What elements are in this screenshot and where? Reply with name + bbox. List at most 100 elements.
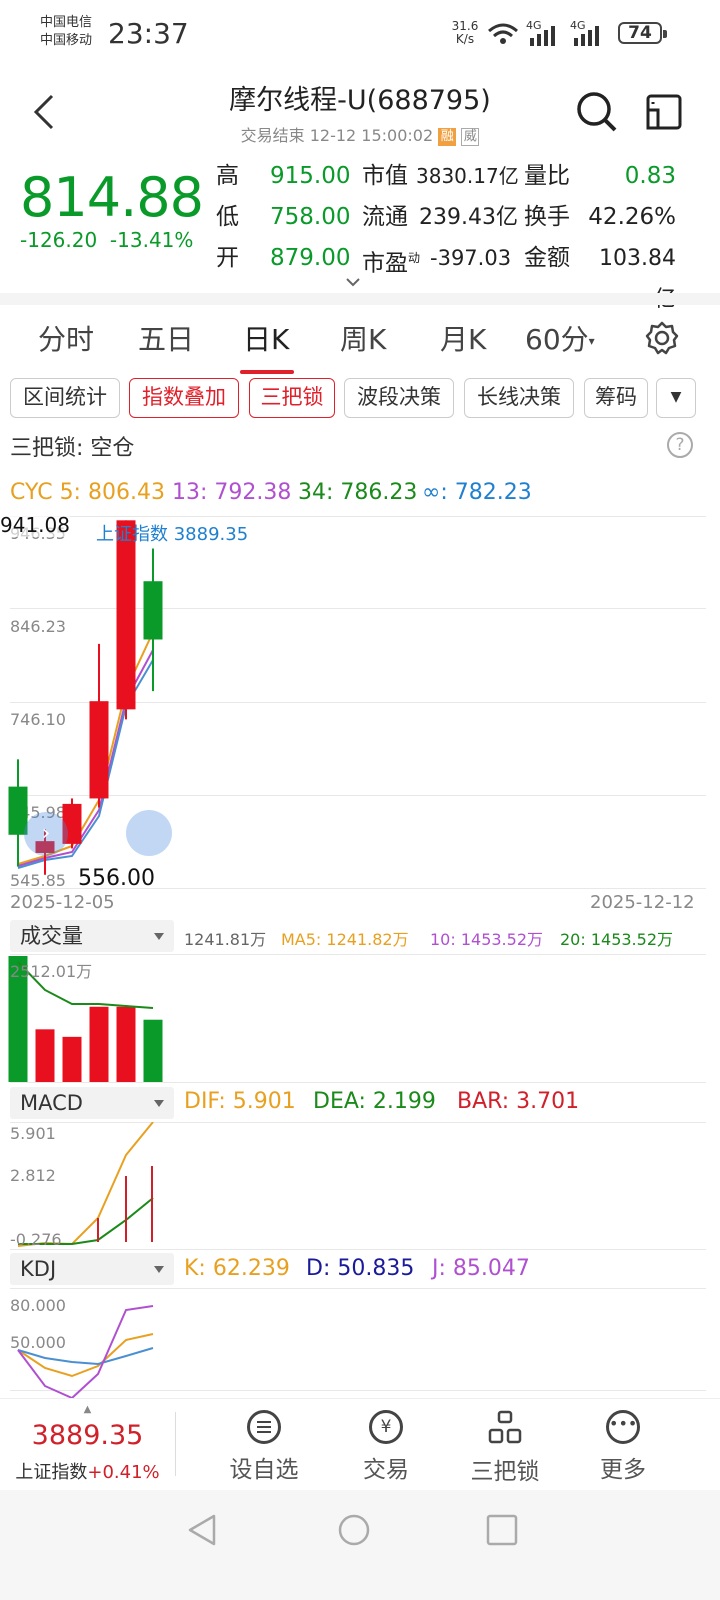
turnover-label: 换手 bbox=[524, 204, 570, 230]
more-button[interactable]: ••• 更多 bbox=[578, 1410, 668, 1484]
chip-long-decision[interactable]: 长线决策 bbox=[464, 378, 574, 418]
volume-bar bbox=[143, 1019, 163, 1082]
kdj-d: D: 50.835 bbox=[306, 1256, 415, 1281]
divider bbox=[0, 293, 720, 305]
open-label: 开 bbox=[216, 245, 239, 271]
share-icon[interactable] bbox=[644, 92, 684, 132]
chip-three-locks[interactable]: 三把锁 bbox=[249, 378, 335, 418]
nav-recent-icon[interactable] bbox=[484, 1512, 520, 1548]
volume-selector[interactable]: 成交量 bbox=[10, 920, 174, 952]
signal-icon-2 bbox=[574, 26, 599, 46]
tab-weekly-k[interactable]: 周K bbox=[340, 318, 386, 358]
divider bbox=[175, 1412, 176, 1476]
macd-tick: 2.812 bbox=[10, 1166, 56, 1185]
macd-selector[interactable]: MACD bbox=[10, 1087, 174, 1119]
status-bar: 中国电信 中国移动 23:37 31.6 K/s 4G 4G 74 bbox=[0, 0, 720, 70]
settings-icon[interactable] bbox=[644, 320, 680, 356]
ma-cyc5: CYC 5: 806.43 bbox=[10, 480, 165, 505]
chip-range-stats[interactable]: 区间统计 bbox=[10, 378, 120, 418]
clock: 23:37 bbox=[108, 17, 189, 50]
chart-fullscreen-icon[interactable] bbox=[126, 810, 172, 856]
chip-more[interactable]: ▼ bbox=[656, 378, 696, 418]
kdj-tick: 50.000 bbox=[10, 1333, 66, 1352]
kdj-k: K: 62.239 bbox=[184, 1256, 290, 1281]
tab-underline bbox=[240, 370, 294, 374]
nav-back-icon[interactable] bbox=[184, 1512, 220, 1548]
chart-prev-icon[interactable]: › bbox=[24, 812, 68, 856]
high-label: 高 bbox=[216, 163, 239, 189]
volume-bar bbox=[35, 1029, 55, 1082]
float-label: 流通 bbox=[362, 204, 408, 230]
volume-ma20: 20: 1453.52万 bbox=[560, 930, 674, 949]
tab-monthly-k[interactable]: 月K bbox=[440, 318, 486, 358]
add-watchlist-button[interactable]: 设自选 bbox=[219, 1410, 309, 1484]
nav-home-icon[interactable] bbox=[336, 1512, 372, 1548]
chip-chips[interactable]: 筹码 bbox=[584, 378, 648, 418]
carrier-labels: 中国电信 中国移动 bbox=[40, 15, 93, 48]
help-icon[interactable]: ? bbox=[667, 432, 693, 458]
index-value[interactable]: 3889.35 bbox=[0, 1420, 175, 1451]
volume-value: 1241.81万 bbox=[184, 930, 267, 949]
candle-body bbox=[89, 701, 109, 799]
low-value: 758.00 bbox=[270, 204, 351, 230]
battery-icon: 74 bbox=[618, 22, 667, 44]
price-change: -126.20 -13.41% bbox=[20, 228, 194, 252]
macd-dea: DEA: 2.199 bbox=[313, 1089, 436, 1114]
volume-bar bbox=[116, 1006, 136, 1082]
tab-intraday[interactable]: 分时 bbox=[38, 318, 94, 358]
index-name[interactable]: 上证指数+0.41% bbox=[0, 1458, 175, 1484]
candle-body bbox=[143, 581, 163, 640]
ma-34: 34: 786.23 bbox=[298, 480, 418, 505]
volratio-label: 量比 bbox=[524, 163, 570, 189]
high-marker: 941.08 bbox=[0, 513, 70, 537]
search-icon[interactable] bbox=[575, 90, 619, 134]
margin-tag: 融 bbox=[438, 127, 457, 146]
macd-bar: BAR: 3.701 bbox=[457, 1089, 580, 1114]
volume-bar bbox=[62, 1036, 82, 1082]
low-marker: 556.00 bbox=[78, 866, 155, 891]
tab-60min[interactable]: 60分▾ bbox=[525, 318, 595, 358]
kline-chart[interactable] bbox=[0, 516, 720, 888]
macd-tick: -0.276 bbox=[10, 1230, 62, 1249]
date-end: 2025-12-12 bbox=[590, 892, 695, 913]
candle-body bbox=[116, 520, 136, 710]
mktcap-label: 市值 bbox=[362, 163, 408, 189]
period-tabs: 分时 五日 日K 周K 月K 60分▾ bbox=[0, 318, 720, 368]
trade-button[interactable]: ¥ 交易 bbox=[341, 1410, 431, 1484]
volume-ma10: 10: 1453.52万 bbox=[430, 930, 544, 949]
date-start: 2025-12-05 bbox=[10, 892, 115, 913]
expand-icon[interactable] bbox=[345, 276, 361, 288]
kdj-selector[interactable]: KDJ bbox=[10, 1253, 174, 1285]
yuan-icon: ¥ bbox=[369, 1410, 403, 1444]
grid-line bbox=[10, 1082, 706, 1083]
kdj-chart bbox=[17, 1305, 154, 1398]
collapse-arrow-icon[interactable]: ▲ bbox=[0, 1404, 175, 1415]
chip-wave-decision[interactable]: 波段决策 bbox=[344, 378, 454, 418]
w-tag: 威 bbox=[461, 127, 480, 146]
amount-value: 103.84亿 bbox=[599, 246, 676, 312]
system-nav-bar bbox=[0, 1490, 720, 1600]
volume-ma5: MA5: 1241.82万 bbox=[281, 930, 409, 949]
locks-icon bbox=[488, 1410, 522, 1444]
signal-icon bbox=[530, 26, 555, 46]
macd-dif: DIF: 5.901 bbox=[184, 1089, 296, 1114]
ma-inf: ∞: 782.23 bbox=[422, 480, 532, 505]
amount-label: 金额 bbox=[524, 245, 570, 271]
three-locks-button[interactable]: 三把锁 bbox=[460, 1410, 550, 1486]
grid-line bbox=[10, 1249, 706, 1250]
pe-label: 市盈动 bbox=[362, 250, 421, 277]
tab-5day[interactable]: 五日 bbox=[138, 318, 194, 358]
macd-tick: 5.901 bbox=[10, 1124, 56, 1143]
kdj-j: J: 85.047 bbox=[432, 1256, 530, 1281]
mktcap-value: 3830.17亿 bbox=[416, 164, 519, 188]
chip-index-overlay[interactable]: 指数叠加 bbox=[129, 378, 239, 418]
float-value: 239.43亿 bbox=[419, 205, 518, 230]
tab-daily-k[interactable]: 日K bbox=[243, 318, 289, 358]
last-price: 814.88 bbox=[20, 166, 204, 229]
kdj-tick: 80.000 bbox=[10, 1296, 66, 1315]
ma-13: 13: 792.38 bbox=[172, 480, 292, 505]
open-value: 879.00 bbox=[270, 245, 351, 271]
turnover-value: 42.26% bbox=[588, 204, 676, 230]
network-speed: 31.6 K/s bbox=[451, 19, 479, 46]
volume-top-tick: 2512.01万 bbox=[10, 962, 93, 981]
